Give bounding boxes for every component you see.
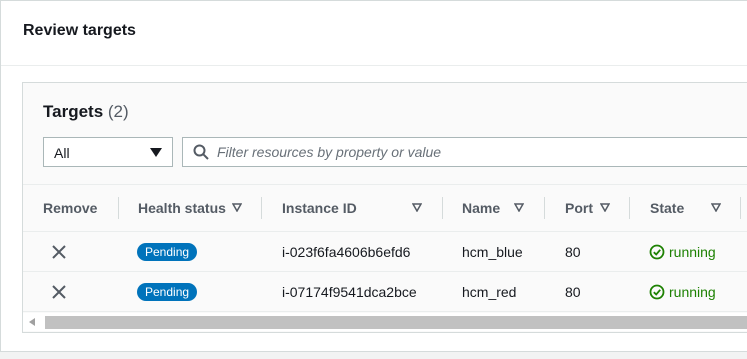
state-cell: running: [669, 244, 716, 260]
filter-search-input[interactable]: [217, 141, 747, 163]
targets-heading: Targets (2): [43, 102, 129, 122]
panel-header: Review targets: [1, 1, 747, 66]
check-circle-icon: [649, 284, 665, 300]
column-header-state[interactable]: State: [650, 185, 730, 231]
table-row: Pending i-023f6fa4606b6efd6 hcm_blue 80 …: [23, 232, 747, 272]
sort-caret-icon: [514, 203, 524, 212]
column-header-port[interactable]: Port: [565, 185, 625, 231]
column-label: Instance ID: [282, 200, 357, 216]
remove-icon[interactable]: [52, 285, 66, 299]
name-cell: hcm_red: [462, 284, 517, 300]
targets-table-container: Targets (2) All Remove Health status: [22, 82, 747, 333]
search-icon: [193, 144, 209, 160]
sort-caret-icon: [412, 203, 422, 212]
sort-caret-icon: [232, 203, 242, 212]
column-label: State: [650, 200, 685, 216]
column-divider: [442, 197, 443, 219]
sort-caret-icon: [711, 203, 721, 212]
column-divider: [740, 197, 741, 219]
column-divider: [544, 197, 545, 219]
filter-property-select[interactable]: All: [43, 137, 173, 167]
table-header: Remove Health status Instance ID Name Po…: [23, 184, 747, 232]
instance-id-cell: i-023f6fa4606b6efd6: [282, 244, 411, 260]
column-divider: [261, 197, 262, 219]
name-cell: hcm_blue: [462, 244, 523, 260]
column-header-instance-id[interactable]: Instance ID: [282, 185, 432, 231]
state-cell: running: [669, 284, 716, 300]
horizontal-scrollbar[interactable]: [23, 313, 747, 331]
port-cell: 80: [565, 284, 581, 300]
filter-search-box[interactable]: [182, 137, 747, 167]
column-label: Port: [565, 200, 593, 216]
remove-icon[interactable]: [52, 245, 66, 259]
table-row: Pending i-07174f9541dca2bce hcm_red 80 r…: [23, 272, 747, 312]
caret-down-icon: [150, 148, 162, 157]
sort-caret-icon: [600, 203, 610, 212]
column-header-remove: Remove: [43, 200, 98, 216]
status-badge: Pending: [137, 243, 198, 261]
column-divider: [629, 197, 630, 219]
targets-count: (2): [107, 102, 129, 121]
check-circle-icon: [649, 244, 665, 260]
select-value: All: [54, 145, 70, 161]
panel-title: Review targets: [23, 22, 136, 39]
review-targets-panel: Review targets Targets (2) All Remove He…: [0, 0, 747, 352]
column-header-name[interactable]: Name: [462, 185, 532, 231]
scrollbar-thumb[interactable]: [45, 316, 747, 329]
instance-id-cell: i-07174f9541dca2bce: [282, 284, 417, 300]
column-divider: [118, 197, 119, 219]
column-header-health-status[interactable]: Health status: [138, 185, 248, 231]
column-label: Name: [462, 200, 501, 216]
port-cell: 80: [565, 244, 581, 260]
status-badge: Pending: [137, 283, 198, 301]
targets-title: Targets: [43, 102, 104, 121]
scroll-left-arrow-icon[interactable]: [29, 318, 35, 326]
column-label: Health status: [138, 200, 226, 216]
